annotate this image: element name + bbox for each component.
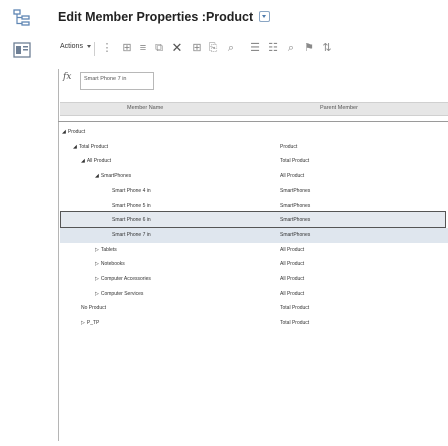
parent-member-cell[interactable]: Product [280, 144, 297, 150]
page-title: Edit Member Properties :Product [58, 10, 270, 24]
member-name-cell[interactable]: Smart Phone 4 in [112, 188, 151, 194]
parent-member-cell[interactable]: All Product [280, 247, 304, 253]
chevron-down-icon [86, 44, 91, 48]
parent-member-cell[interactable]: All Product [280, 173, 304, 179]
parent-member-cell[interactable]: All Product [280, 261, 304, 267]
member-name-cell[interactable]: ▷ Computer Accessories [95, 276, 151, 282]
fx-icon: fx [63, 72, 72, 82]
member-name-text: Smart Phone 4 in [112, 187, 151, 194]
member-name-text: Total Product [78, 143, 109, 150]
member-name-text: Computer Services [100, 290, 144, 297]
member-name-text: Tablets [100, 246, 117, 253]
table-row[interactable]: ▷ Tablets All Product [60, 243, 448, 258]
expand-arrow-icon[interactable]: ▷ [81, 320, 85, 326]
search-icon[interactable]: ⌕ [224, 41, 238, 55]
expand-arrow-icon[interactable]: ▷ [95, 276, 99, 282]
table-row[interactable]: Smart Phone 4 in SmartPhones [60, 184, 448, 199]
member-name-cell[interactable]: ◢ Total Product [73, 144, 108, 150]
member-name-text: Product [67, 129, 86, 135]
member-name-cell[interactable]: ◢ All Product [81, 158, 111, 164]
member-name-text: Smart Phone 5 in [112, 202, 151, 209]
search-plus-icon[interactable]: ⌕ [284, 41, 298, 55]
member-name-cell[interactable]: ▷ P_TP [81, 320, 99, 326]
expand-arrow-icon[interactable]: ▷ [95, 291, 99, 297]
collapse-arrow-icon[interactable]: ◢ [73, 144, 77, 150]
table-row[interactable]: Smart Phone 7 in SmartPhones [60, 227, 448, 243]
panel-icon[interactable] [12, 40, 32, 60]
member-name-text: Notebooks [100, 261, 125, 268]
member-name-cell[interactable]: Smart Phone 7 in [112, 232, 151, 238]
table-row[interactable]: No Product Total Product [60, 301, 448, 316]
member-name-cell[interactable]: ▷ Tablets [95, 247, 117, 253]
member-name-text: All Product [86, 158, 112, 165]
formula-input[interactable]: Smart Phone 7 in [80, 72, 154, 90]
member-name-text: Smart Phone 7 in [112, 231, 151, 238]
align-center-icon[interactable]: ☷ [266, 41, 280, 55]
table-row[interactable]: ▷ P_TP Total Product [60, 316, 448, 331]
table-row[interactable]: ◢ Total Product Product [60, 140, 448, 155]
header-member-name-label: Member Name [127, 105, 164, 111]
align-left-icon[interactable]: ☰ [248, 41, 262, 55]
cut-icon[interactable]: ⧉ [152, 41, 166, 55]
expand-arrow-icon[interactable]: ▷ [95, 261, 99, 267]
member-name-cell[interactable]: ◢ SmartPhones [95, 173, 131, 179]
parent-member-cell[interactable]: SmartPhones [280, 203, 310, 209]
table-row[interactable]: ◢ SmartPhones All Product [60, 169, 448, 184]
member-name-cell[interactable]: No Product [81, 305, 106, 311]
parent-member-cell[interactable]: SmartPhones [280, 217, 310, 223]
expand-icon[interactable]: ⊞ [120, 41, 134, 55]
list-icon[interactable]: ≡ [136, 41, 150, 55]
member-name-text: No Product [81, 305, 107, 312]
member-name-text: Smart Phone 6 in [112, 217, 151, 224]
formula-value: Smart Phone 7 in [84, 76, 127, 82]
header-parent-member-label: Parent Member [320, 105, 358, 111]
parent-member-cell[interactable]: SmartPhones [280, 188, 310, 194]
parent-member-cell[interactable]: Total Product [280, 305, 309, 311]
actions-label: Actions [60, 43, 83, 50]
table-row[interactable]: ▷ Computer Services All Product [60, 287, 448, 302]
parent-member-cell[interactable]: Total Product [280, 158, 309, 164]
filter-icon[interactable]: ⋮ [100, 41, 114, 55]
table-row[interactable]: Smart Phone 6 in SmartPhones [60, 213, 448, 228]
member-name-text: SmartPhones [100, 173, 132, 180]
flag-icon[interactable]: ⚑ [302, 41, 316, 55]
expand-arrow-icon[interactable]: ▷ [95, 247, 99, 253]
parent-member-cell[interactable]: Total Product [280, 320, 309, 326]
parent-member-cell[interactable]: All Product [280, 291, 304, 297]
table-row[interactable]: ◢ All Product Total Product [60, 154, 448, 169]
page-title-text: Edit Member Properties :Product [58, 10, 254, 24]
member-name-cell[interactable]: Smart Phone 5 in [112, 203, 151, 209]
member-name-text: Computer Accessories [100, 276, 151, 282]
toolbar: Actions ⋮ ⊞ ≡ ⧉ ✕ ⊞ ⎘ ⌕ ☰ ☷ ⌕ ⚑ ⇅ [58, 38, 448, 60]
toolbar-divider [94, 42, 95, 56]
header-member-name[interactable]: Member Name [60, 102, 260, 116]
collapse-arrow-icon[interactable]: ◢ [62, 129, 66, 135]
member-name-cell[interactable]: ◢ Product [62, 129, 85, 135]
parent-member-cell[interactable]: SmartPhones [280, 232, 310, 238]
grid-left-border [58, 69, 59, 441]
delete-icon[interactable]: ✕ [170, 41, 184, 55]
table-row[interactable]: ▷ Computer Accessories All Product [60, 272, 448, 287]
member-name-text: P_TP [86, 320, 100, 327]
sort-icon[interactable]: ⇅ [320, 41, 334, 55]
member-name-cell[interactable]: Smart Phone 6 in [112, 217, 151, 223]
table-row[interactable]: Smart Phone 5 in SmartPhones [60, 199, 448, 214]
chevron-down-icon[interactable] [258, 11, 270, 23]
header-divider [58, 121, 448, 122]
actions-menu[interactable]: Actions [60, 43, 91, 50]
collapse-arrow-icon[interactable]: ◢ [95, 173, 99, 179]
member-name-cell[interactable]: ▷ Computer Services [95, 291, 143, 297]
member-name-cell[interactable]: ▷ Notebooks [95, 261, 125, 267]
table-row[interactable]: ▷ Notebooks All Product [60, 257, 448, 272]
collapse-arrow-icon[interactable]: ◢ [81, 158, 85, 164]
left-rail [0, 0, 45, 446]
copy-icon[interactable]: ⎘ [206, 41, 220, 55]
grid-icon[interactable]: ⊞ [190, 41, 204, 55]
table-row[interactable]: ◢ Product [60, 125, 448, 140]
hierarchy-icon[interactable] [12, 8, 32, 28]
header-parent-member[interactable]: Parent Member [260, 102, 448, 116]
parent-member-cell[interactable]: All Product [280, 276, 304, 282]
